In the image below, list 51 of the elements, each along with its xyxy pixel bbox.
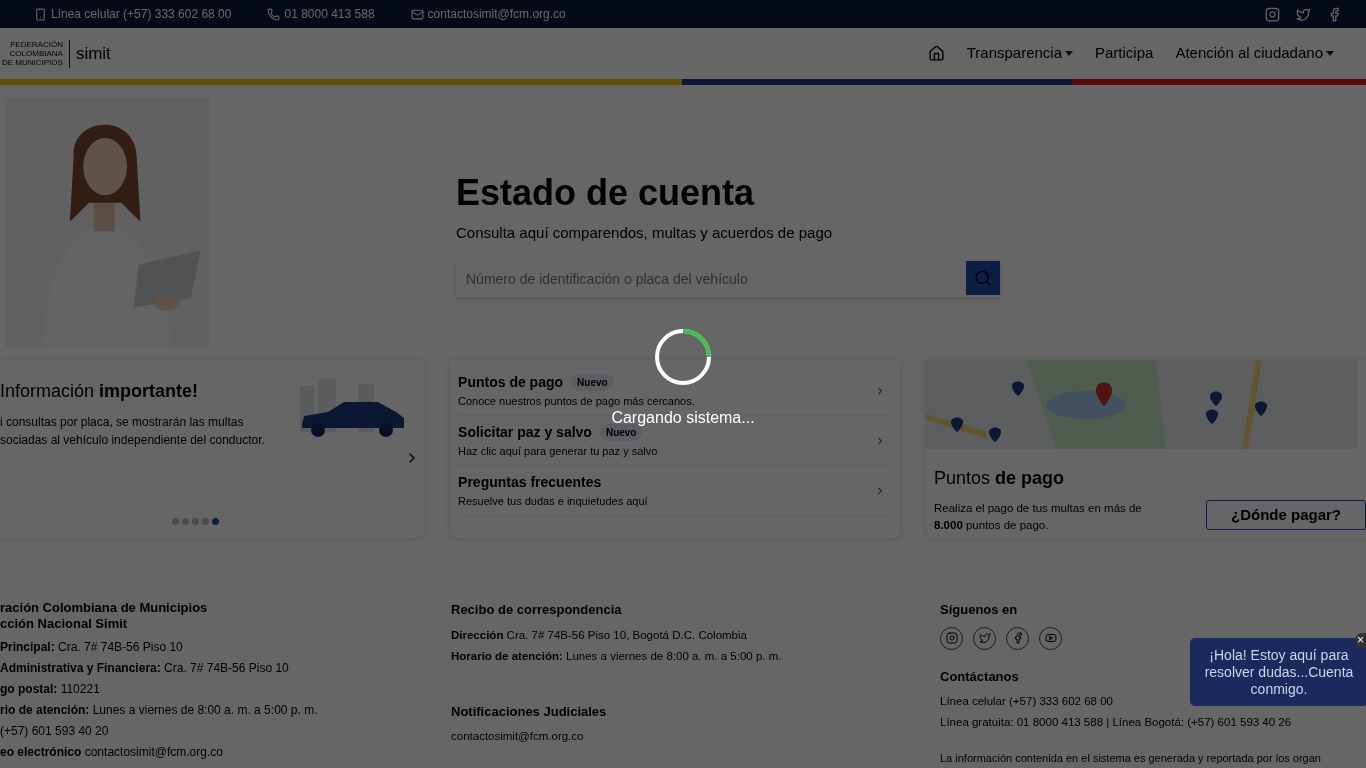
mail-icon (410, 7, 424, 21)
mobile-phone-icon (34, 7, 47, 21)
new-badge: Nuevo (571, 373, 614, 391)
info-title: Información importante! (0, 380, 200, 403)
footer-text: Dirección Cra. 7# 74B-56 Piso 10, Bogotá D.C. Colombia (451, 627, 748, 643)
link-description: Haz clic aquí para generar tu paz y salvo (458, 443, 658, 459)
link-description: Conoce nuestros puntos de pago más cercanos. (458, 393, 695, 409)
home-icon[interactable] (927, 45, 945, 62)
nav-link[interactable]: Transparencia (966, 42, 1073, 65)
page-subtitle: Consulta aquí comparendos, multas y acuerdos de pago (456, 223, 834, 243)
link-title: Solicitar paz y salvo (458, 422, 592, 442)
contact-link[interactable]: 01 8000 413 588 (284, 5, 375, 23)
contact-link[interactable]: contactosimit@fcm.org.co (427, 5, 566, 23)
footer-text: Línea gratuita: 01 8000 413 588 | Línea Bogotá: (+57) 601 593 40 26 (940, 715, 1292, 730)
link-title: Preguntas frecuentes (458, 472, 602, 492)
page-title: Estado de cuenta (456, 173, 756, 213)
search-icon (974, 268, 992, 287)
footer-text: Administrativa y Financiera: Cra. 7# 74B-56 Piso 10 (0, 660, 290, 676)
footer-text: eo electrónico contactosimit@fcm.org.co (0, 744, 224, 760)
link-description: Resuelve tus dudas e inquietudes aquí (458, 493, 648, 509)
footer-text: go postal: 110221 (0, 681, 101, 697)
link-title: Puntos de pago (458, 372, 564, 392)
footer-heading: Síguenos en (940, 601, 1018, 619)
footer-text: rio de atención: Lunes a viernes de 8:00 a. m. a 5:00 p. m. (0, 702, 319, 718)
footer-text: contactosimit@fcm.org.co (451, 729, 585, 744)
twitter-icon[interactable] (1296, 6, 1311, 22)
where-to-pay-button[interactable]: ¿Dónde pagar? (1206, 500, 1366, 530)
footer-heading: cción Nacional Simit (0, 616, 129, 632)
footer-text: Horario de atención: Lunes a viernes de 8:00 a. m. a 5:00 p. m. (451, 648, 783, 664)
footer-heading: Recibo de correspondencia (451, 601, 623, 619)
footer-text: Línea celular (+57) 333 602 68 00 (940, 694, 1113, 709)
info-text: i consultas por placa, se mostrarán las multas sociadas al vehículo independiente del conductor. (0, 414, 265, 449)
payment-text: Realiza el pago de tus multas en más de 8.000 puntos de pago. (934, 501, 1143, 533)
footer-heading: Contáctanos (940, 667, 1019, 686)
close-button[interactable]: × (1355, 633, 1366, 648)
nav-link[interactable]: Atención al ciudadano (1175, 42, 1334, 65)
phone-icon (267, 7, 281, 21)
footer-note: La información contenida en el sistema es generada y reportada por los organ (940, 751, 1321, 766)
footer-heading: ración Colombiana de Municipios (0, 600, 209, 616)
footer-text: (+57) 601 593 40 20 (0, 723, 110, 739)
contact-link[interactable]: Línea celular (+57) 333 602 68 00 (51, 5, 232, 23)
payment-title: Puntos de pago (934, 467, 1066, 490)
twitter-icon[interactable] (978, 632, 991, 644)
nav-link[interactable]: Participa (1095, 42, 1154, 65)
link-row[interactable]: Preguntas frecuentes Resuelve tus dudas e inquietudes aquí (457, 466, 893, 516)
footer-heading: Notificaciones Judiciales (451, 702, 608, 721)
logo[interactable]: FEDERACIÓN COLOMBIANA DE MUNICIPIOS simit (2, 39, 111, 68)
instagram-icon[interactable] (945, 632, 958, 644)
search-button[interactable] (966, 260, 1000, 295)
youtube-icon[interactable] (1044, 632, 1057, 644)
footer-text: Principal: Cra. 7# 74B-56 Piso 10 (0, 639, 184, 655)
